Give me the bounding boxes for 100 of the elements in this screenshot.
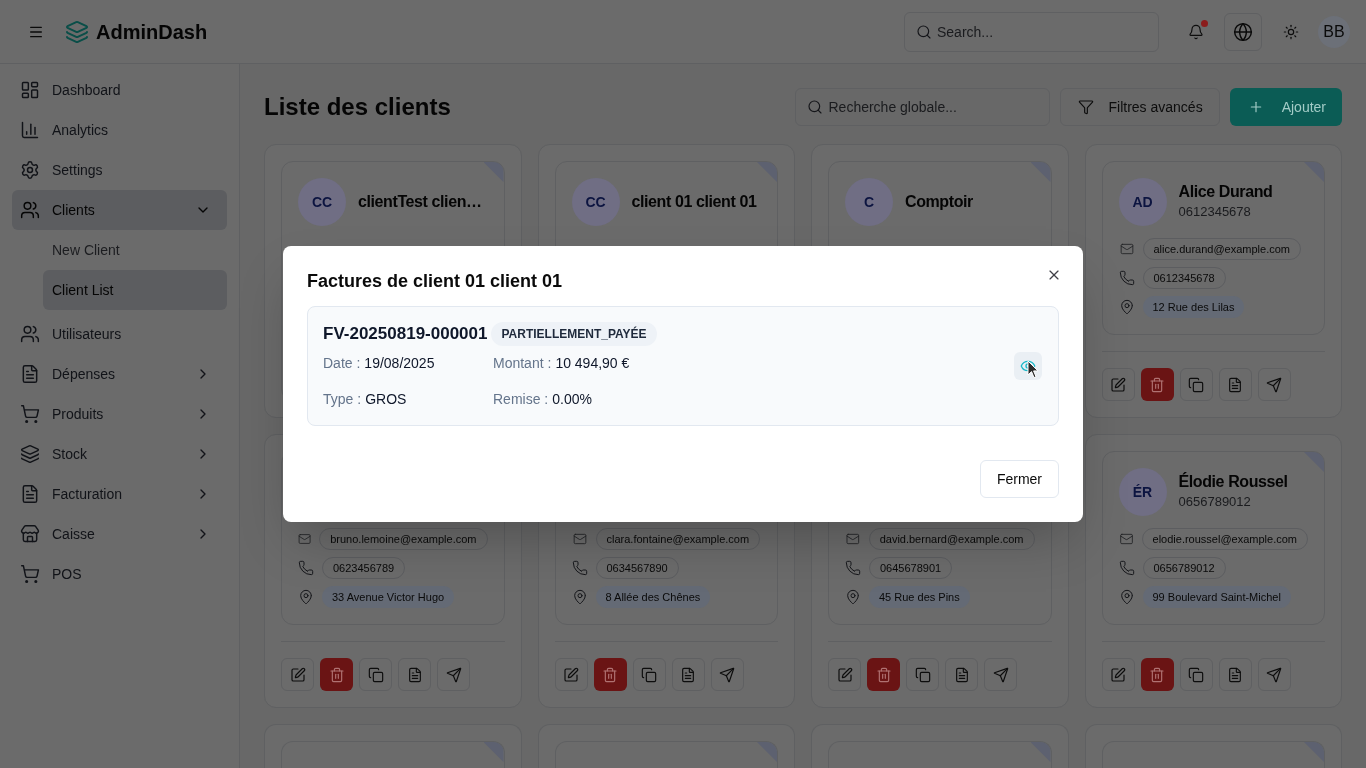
page-title: Liste des clients xyxy=(264,92,451,122)
copy-button[interactable] xyxy=(632,658,666,691)
send-icon xyxy=(992,666,1009,683)
avatar: CC xyxy=(298,178,346,226)
map-pin-icon xyxy=(1118,299,1135,315)
users-icon xyxy=(20,324,40,344)
mail-icon xyxy=(1118,242,1135,256)
avatar: C xyxy=(845,178,893,226)
edit-button[interactable] xyxy=(1101,658,1135,691)
address-tag: 12 Rue des Lilas xyxy=(1142,296,1245,318)
app-logo-text: AdminDash xyxy=(96,19,208,45)
edit-button[interactable] xyxy=(1101,368,1135,401)
mail-icon xyxy=(298,532,312,546)
sidebar-subitem[interactable]: New Client xyxy=(43,230,227,270)
globe-icon xyxy=(1233,21,1253,42)
document-button[interactable] xyxy=(1218,658,1252,691)
field-value: 0.00% xyxy=(552,390,592,409)
sidebar-item[interactable]: Clients xyxy=(12,190,227,230)
field-value: 10 494,90 € xyxy=(555,354,630,373)
copy-icon xyxy=(1188,376,1204,393)
avatar: CC xyxy=(571,178,620,226)
cart-icon xyxy=(20,564,40,584)
close-dialog-button[interactable]: Fermer xyxy=(979,460,1059,498)
address-tag: 45 Rue des Pins xyxy=(869,586,970,608)
address-tag: 8 Allée des Chênes xyxy=(595,586,711,608)
copy-icon xyxy=(641,666,657,683)
send-icon xyxy=(1266,666,1282,683)
send-icon xyxy=(719,666,735,683)
trash-icon xyxy=(1149,376,1165,393)
advanced-filters-button[interactable]: Filtres avancés xyxy=(1060,88,1220,126)
copy-button[interactable] xyxy=(1179,368,1213,401)
send-button[interactable] xyxy=(437,658,470,691)
document-button[interactable] xyxy=(671,658,705,691)
sidebar-item[interactable]: Settings xyxy=(12,150,227,190)
copy-button[interactable] xyxy=(1179,658,1213,691)
edit-button[interactable] xyxy=(281,658,314,691)
map-pin-icon xyxy=(298,589,314,605)
delete-button[interactable] xyxy=(320,658,353,691)
sidebar-item[interactable]: Stock xyxy=(12,434,227,474)
edit-button[interactable] xyxy=(828,658,861,691)
sidebar-item[interactable]: POS xyxy=(12,554,227,594)
delete-button[interactable] xyxy=(867,658,900,691)
field-label: Type : xyxy=(323,390,362,409)
sidebar-item[interactable]: Analytics xyxy=(12,110,227,150)
search-field[interactable]: Search... xyxy=(904,11,1159,52)
global-search-field[interactable]: Recherche globale... xyxy=(795,88,1051,126)
send-button[interactable] xyxy=(1257,658,1291,691)
copy-button[interactable] xyxy=(906,658,939,691)
delete-button[interactable] xyxy=(1140,368,1174,401)
document-button[interactable] xyxy=(945,658,978,691)
invoice-number: FV-20250819-000001 xyxy=(323,323,488,346)
document-icon xyxy=(1227,376,1243,393)
document-icon xyxy=(680,666,696,683)
edit-icon xyxy=(289,666,306,683)
document-button[interactable] xyxy=(1218,368,1252,401)
delete-button[interactable] xyxy=(1140,658,1174,691)
document-button[interactable] xyxy=(398,658,431,691)
phone-icon xyxy=(1118,560,1135,576)
edit-icon xyxy=(836,666,853,683)
field-label: Date : xyxy=(323,354,361,373)
layers-icon xyxy=(20,444,40,464)
sidebar-item[interactable]: Produits xyxy=(12,394,227,434)
client-phone: 0656789012 xyxy=(1178,493,1252,511)
phone-icon xyxy=(298,560,314,576)
phone-icon xyxy=(845,560,861,576)
edit-icon xyxy=(563,666,579,683)
user-avatar[interactable]: BB xyxy=(1318,15,1350,48)
dialog-title: Factures de client 01 client 01 xyxy=(307,270,563,292)
layers-logo-icon xyxy=(65,19,89,44)
delete-button[interactable] xyxy=(593,658,627,691)
mail-icon xyxy=(845,532,861,546)
copy-button[interactable] xyxy=(359,658,392,691)
sidebar-item[interactable]: Dépenses xyxy=(12,354,227,394)
send-button[interactable] xyxy=(1257,368,1291,401)
edit-button[interactable] xyxy=(554,658,588,691)
sidebar-item[interactable]: Facturation xyxy=(12,474,227,514)
copy-icon xyxy=(1188,666,1204,683)
client-name: Comptoir xyxy=(905,192,973,212)
language-button[interactable] xyxy=(1224,12,1262,51)
sidebar-item[interactable]: Dashboard xyxy=(12,70,227,110)
trash-icon xyxy=(1149,666,1165,683)
avatar: ÉR xyxy=(1118,468,1167,516)
sidebar-item[interactable]: Caisse xyxy=(12,514,227,554)
send-button[interactable] xyxy=(710,658,744,691)
mouse-cursor-icon xyxy=(1027,360,1039,379)
mail-icon xyxy=(1118,532,1134,546)
field-label: Remise : xyxy=(493,390,549,409)
cart-icon xyxy=(20,404,40,424)
users-icon xyxy=(20,200,40,220)
sidebar-subitem[interactable]: Client List xyxy=(43,270,227,310)
mail-icon xyxy=(571,532,588,546)
sidebar-item[interactable]: Utilisateurs xyxy=(12,314,227,354)
client-name: client 01 client 01 xyxy=(631,192,757,212)
field-value: 19/08/2025 xyxy=(364,354,435,373)
search-icon xyxy=(916,23,932,40)
send-button[interactable] xyxy=(984,658,1017,691)
bell-icon xyxy=(1188,23,1204,40)
trash-icon xyxy=(875,666,892,683)
client-name: Élodie Roussel xyxy=(1178,472,1288,492)
add-button[interactable]: Ajouter xyxy=(1229,88,1342,126)
